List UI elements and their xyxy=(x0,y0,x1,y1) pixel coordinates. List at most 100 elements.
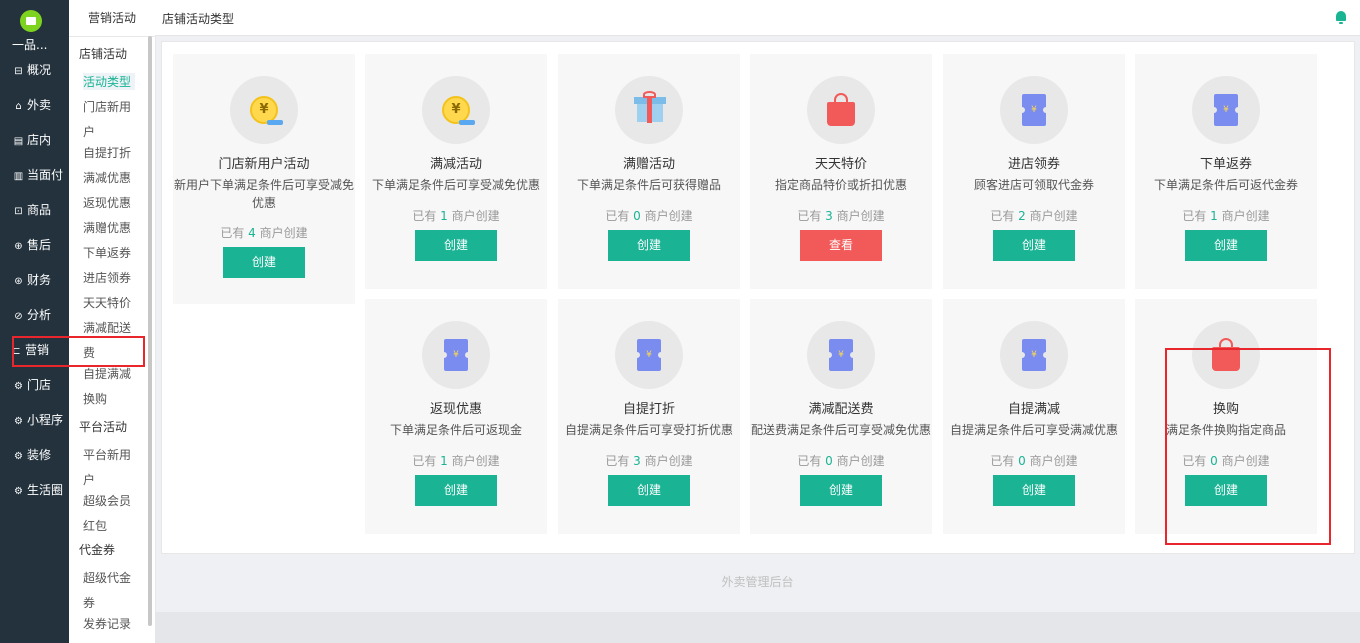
lifecircle-icon: ⚙ xyxy=(14,486,23,497)
sidebar-item-analysis[interactable]: ⊘ 分析 xyxy=(12,305,51,325)
sidebar-item-label: 分析 xyxy=(27,308,52,322)
count-value: 3 xyxy=(633,454,641,468)
create-button[interactable]: 创建 xyxy=(415,475,497,506)
sidebar-item-miniapp[interactable]: ⚙ 小程序 xyxy=(12,410,63,430)
icon-circle: ¥ xyxy=(615,321,683,389)
sidebar-item-face-pay[interactable]: ▥ 当面付 xyxy=(12,165,63,185)
card-description: 自提满足条件后可享受打折优惠 xyxy=(564,423,733,437)
subnav-item-delivery-fee[interactable]: 满减配送 xyxy=(83,319,131,336)
subnav-item-exchange[interactable]: 换购 xyxy=(83,390,107,407)
sidebar-item-shop[interactable]: ⚙ 门店 xyxy=(12,375,51,395)
activity-card-new-user: ¥ 门店新用户活动 新用户下单满足条件后可享受减免优惠 已有 4 商户创建 创建 xyxy=(173,54,355,304)
subnav-item-pickup-reduce[interactable]: 自提满减 xyxy=(83,365,131,382)
subnav-item-new-user[interactable]: 门店新用 xyxy=(83,98,131,115)
create-button[interactable]: 创建 xyxy=(415,230,497,261)
subnav-item-activity-type[interactable]: 活动类型 xyxy=(83,73,136,90)
sidebar-item-life-circle[interactable]: ⚙ 生活圈 xyxy=(12,480,63,500)
subnav-group-platform: 平台活动 xyxy=(79,420,128,434)
top-header: 店铺活动类型 xyxy=(155,0,1360,36)
subnav-item-daily-special[interactable]: 天天特价 xyxy=(83,294,131,311)
subnav-item-order-coupon[interactable]: 下单返券 xyxy=(83,244,131,261)
subnav-item-full-gift[interactable]: 满赠优惠 xyxy=(83,219,131,236)
page-title: 店铺活动类型 xyxy=(162,12,235,26)
card-title: 返现优惠 xyxy=(429,402,482,417)
subnav-title: 营销活动 xyxy=(69,0,155,37)
sidebar-item-delivery[interactable]: ⌂ 外卖 xyxy=(12,95,51,115)
count-value: 3 xyxy=(825,209,833,223)
create-button[interactable]: 创建 xyxy=(1185,475,1267,506)
card-description: 配送费满足条件后可享受减免优惠 xyxy=(750,423,931,437)
count-suffix: 商户创建 xyxy=(1029,209,1078,223)
subnav-item-new-user-wrap[interactable]: 户 xyxy=(83,123,95,140)
book-icon[interactable] xyxy=(20,10,42,32)
sidebar-item-goods[interactable]: ⊡ 商品 xyxy=(12,200,51,220)
sidebar-item-finance[interactable]: ⊛ 财务 xyxy=(12,270,51,290)
count-value: 1 xyxy=(1210,209,1218,223)
subnav-item-pickup-discount[interactable]: 自提打折 xyxy=(83,144,131,161)
brand-name[interactable]: 一品... xyxy=(12,36,67,53)
sidebar-item-decorate[interactable]: ⚙ 装修 xyxy=(12,445,51,465)
card-title: 天天特价 xyxy=(814,157,867,172)
count-value: 2 xyxy=(1018,209,1026,223)
count-value: 1 xyxy=(440,454,448,468)
card-title: 下单返券 xyxy=(1199,157,1252,172)
subnav-item-delivery-fee-wrap[interactable]: 费 xyxy=(83,344,95,361)
subnav-item-super-voucher[interactable]: 超级代金 xyxy=(83,569,131,586)
subnav-group-voucher: 代金券 xyxy=(79,543,116,557)
create-button[interactable]: 创建 xyxy=(608,230,690,261)
subnav-item-super-member[interactable]: 超级会员 xyxy=(83,492,131,509)
create-button[interactable]: 创建 xyxy=(608,475,690,506)
count-suffix: 商户创建 xyxy=(1029,454,1078,468)
create-button[interactable]: 创建 xyxy=(993,230,1075,261)
shop-icon: ⚙ xyxy=(14,381,23,392)
bell-icon[interactable] xyxy=(1336,11,1346,24)
activity-card-full-gift: 满赠活动 下单满足条件后可获得赠品 已有 0 商户创建 创建 xyxy=(558,54,740,289)
subnav-item-red-packet[interactable]: 红包 xyxy=(83,517,107,534)
subnav-item-full-reduce[interactable]: 满减优惠 xyxy=(83,169,131,186)
sidebar-item-label: 当面付 xyxy=(27,168,64,182)
footer-text: 外卖管理后台 xyxy=(721,575,794,589)
sidebar-item-dine-in[interactable]: ▤ 店内 xyxy=(12,130,51,150)
subnav-scrollbar[interactable] xyxy=(148,36,152,626)
sidebar-item-marketing[interactable]: ⊏ 营销 xyxy=(10,340,49,360)
create-button[interactable]: 创建 xyxy=(1185,230,1267,261)
subnav-item-platform-new-user-wrap[interactable]: 户 xyxy=(83,471,95,488)
card-title: 自提满减 xyxy=(1007,402,1060,417)
count-prefix: 已有 xyxy=(1182,454,1207,468)
sidebar-item-overview[interactable]: ⊟ 概况 xyxy=(12,60,51,80)
create-button[interactable]: 创建 xyxy=(993,475,1075,506)
sidebar-item-label: 商品 xyxy=(27,203,52,217)
finance-icon: ⊛ xyxy=(14,276,23,287)
dashboard-icon: ⊟ xyxy=(14,66,23,77)
shopping-bag-icon xyxy=(1212,347,1240,371)
icon-circle: ¥ xyxy=(807,321,875,389)
count-value: 0 xyxy=(1018,454,1026,468)
icon-circle: ¥ xyxy=(1000,76,1068,144)
card-title: 满减活动 xyxy=(429,157,482,172)
sidebar-item-label: 营销 xyxy=(25,343,50,357)
count-suffix: 商户创建 xyxy=(1221,209,1270,223)
view-button[interactable]: 查看 xyxy=(800,230,882,261)
store-icon: ▤ xyxy=(13,136,24,147)
count-suffix: 商户创建 xyxy=(836,209,885,223)
sidebar-item-aftersale[interactable]: ⊕ 售后 xyxy=(12,235,51,255)
subnav-item-super-voucher-wrap[interactable]: 券 xyxy=(83,594,95,611)
subnav-item-issue-record[interactable]: 发券记录 xyxy=(83,615,131,632)
card-title: 满减配送费 xyxy=(808,402,874,417)
count-suffix: 商户创建 xyxy=(1221,454,1270,468)
count-suffix: 商户创建 xyxy=(259,226,308,240)
voucher-icon: ¥ xyxy=(826,339,856,371)
voucher-icon: ¥ xyxy=(634,339,664,371)
delivery-icon: ⌂ xyxy=(15,101,22,112)
subnav-item-platform-new-user[interactable]: 平台新用 xyxy=(83,446,131,463)
gift-icon-bow xyxy=(643,91,656,98)
subnav-item-enter-coupon[interactable]: 进店领券 xyxy=(83,269,131,286)
voucher-icon: ¥ xyxy=(441,339,471,371)
create-button[interactable]: 创建 xyxy=(800,475,882,506)
subnav-item-cashback[interactable]: 返现优惠 xyxy=(83,194,131,211)
activity-card-pickup-discount: ¥ 自提打折 自提满足条件后可享受打折优惠 已有 3 商户创建 创建 xyxy=(558,299,740,534)
footer-band xyxy=(155,612,1360,643)
create-button[interactable]: 创建 xyxy=(223,247,305,278)
sidebar-item-label: 售后 xyxy=(27,238,52,252)
sidebar-item-label: 装修 xyxy=(27,448,52,462)
